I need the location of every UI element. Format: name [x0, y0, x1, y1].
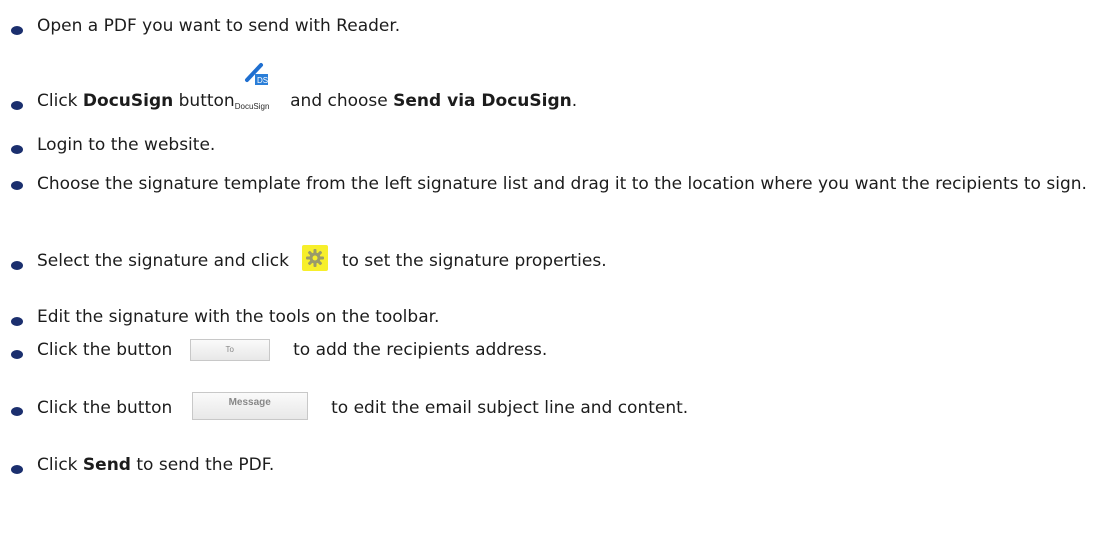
step-text-pre: Select the signature and click — [37, 251, 295, 271]
step-text-pre: Click — [37, 91, 83, 111]
step-text-end: . — [571, 91, 578, 111]
send-via-docusign-label: Send via DocuSign — [393, 91, 572, 111]
step-text-pre: Click the button — [37, 340, 178, 360]
message-button[interactable]: Message — [191, 392, 308, 420]
gear-icon — [306, 249, 325, 267]
step-text: Click Send to send the PDF. — [37, 452, 274, 478]
step-text-post: and choose — [284, 91, 394, 111]
bullet — [11, 317, 23, 326]
step-text-post: to edit the email subject line and conte… — [325, 398, 689, 418]
bullet — [11, 465, 23, 474]
bullet — [11, 145, 23, 154]
send-label: Send — [82, 455, 131, 475]
settings-button[interactable] — [302, 245, 329, 271]
list-item: Login to the website. — [0, 130, 1117, 160]
bullet — [11, 407, 23, 416]
list-item: Choose the signature template from the l… — [0, 166, 1117, 226]
list-item: Edit the signature with the tools on the… — [0, 302, 1117, 332]
list-item: Open a PDF you want to send with Reader. — [0, 11, 1117, 41]
bullet — [11, 261, 23, 270]
bullet — [11, 181, 23, 190]
docusign-icon-caption: DocuSign — [234, 102, 270, 111]
step-text: Click the button To to add the recipient… — [37, 337, 547, 363]
docusign-label: DocuSign — [82, 91, 174, 111]
step-text: Click the button Message to edit the ema… — [37, 392, 689, 422]
svg-text:DS: DS — [257, 76, 268, 85]
step-text-post: to set the signature properties. — [336, 251, 607, 271]
list-item: Select the signature and click to set th… — [0, 245, 1117, 276]
step-text: Login to the website. — [37, 135, 216, 155]
to-button[interactable]: To — [189, 339, 270, 361]
step-text-pre: Click — [37, 455, 83, 475]
step-text: Select the signature and click to set th… — [37, 245, 607, 274]
bullet — [11, 26, 23, 35]
list-item: Click the button Message to edit the ema… — [0, 392, 1117, 422]
step-text-post: to send the PDF. — [130, 455, 275, 475]
docusign-button[interactable]: DS DocuSign — [235, 63, 283, 114]
step-text-mid: button — [173, 91, 235, 111]
bullet — [11, 101, 23, 110]
step-text: Open a PDF you want to send with Reader. — [37, 16, 401, 36]
step-text-post: to add the recipients address. — [287, 340, 548, 360]
step-text-pre: Click the button — [37, 398, 178, 418]
docusign-pen-icon: DS — [244, 63, 268, 85]
step-text: Choose the signature template from the l… — [37, 174, 1087, 194]
bullet — [11, 350, 23, 359]
list-item: Click DocuSign button DS DocuSign and ch… — [0, 63, 1117, 116]
step-text: Click DocuSign button DS DocuSign and ch… — [37, 63, 578, 114]
list-item: Click the button To to add the recipient… — [0, 335, 1117, 365]
step-text: Edit the signature with the tools on the… — [37, 307, 440, 327]
list-item: Click Send to send the PDF. — [0, 450, 1117, 480]
